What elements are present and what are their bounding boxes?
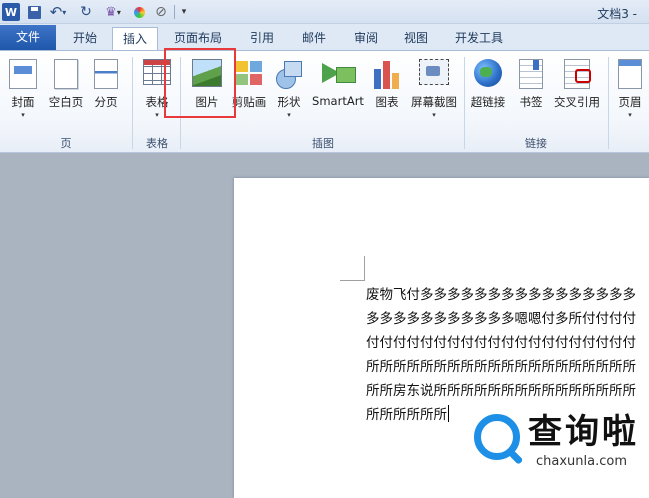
margin-corner-mark <box>364 256 365 280</box>
text-line: 所所所所所所所所所所所所所所所所所所所所 <box>366 359 636 375</box>
tab-page-layout[interactable]: 页面布局 <box>166 27 230 50</box>
tab-review[interactable]: 审阅 <box>344 27 388 50</box>
group-label-links: 链接 <box>525 137 547 150</box>
chart-button[interactable]: 图表 <box>368 51 406 131</box>
shapes-icon <box>274 59 304 89</box>
header-label: 页眉 <box>618 95 642 109</box>
document-title: 文档3 - <box>597 7 637 21</box>
blank-page-label: 空白页 <box>48 95 84 109</box>
tab-view[interactable]: 视图 <box>394 27 438 50</box>
tab-file[interactable]: 文件 <box>0 25 56 50</box>
group-divider <box>132 57 133 149</box>
format-painter-icon: ♛ <box>105 4 117 20</box>
bookmark-button[interactable]: 书签 <box>512 51 550 131</box>
save-button[interactable] <box>26 3 42 21</box>
chevron-down-icon: ▾ <box>628 111 632 119</box>
clipart-icon <box>234 59 264 87</box>
text-line-content: 所所所所所所 <box>366 407 447 423</box>
smartart-label: SmartArt <box>312 94 364 108</box>
chevron-down-icon: ▾ <box>116 7 121 17</box>
text-cursor <box>448 405 449 422</box>
cover-page-label: 封面 <box>11 95 35 109</box>
margin-corner-mark <box>340 280 365 281</box>
cross-reference-label: 交叉引用 <box>554 95 600 109</box>
search-logo-icon <box>474 414 520 460</box>
screenshot-icon <box>419 59 449 85</box>
group-label-tables: 表格 <box>146 137 168 150</box>
customize-toolbar-button[interactable]: ▾ <box>178 3 190 21</box>
tab-mailings[interactable]: 邮件 <box>292 27 336 50</box>
header-button[interactable]: 页眉 ▾ <box>612 51 648 131</box>
chart-icon <box>372 59 402 89</box>
tab-insert[interactable]: 插入 <box>112 27 158 51</box>
shapes-label: 形状 <box>277 95 301 109</box>
undo-icon: ↶ <box>49 3 63 21</box>
chevron-down-icon: ▾ <box>21 111 25 119</box>
group-divider <box>608 57 609 149</box>
word-logo-icon[interactable]: W <box>2 3 20 21</box>
redo-icon: ↻ <box>80 4 92 20</box>
group-divider <box>464 57 465 149</box>
format-painter-button[interactable]: ♛ ▾ <box>100 3 126 21</box>
screenshot-label: 屏幕截图 <box>411 95 457 109</box>
chevron-down-icon: ▾ <box>287 111 291 119</box>
color-button[interactable] <box>130 3 148 21</box>
save-icon <box>27 5 41 19</box>
bookmark-icon <box>519 59 543 89</box>
watermark: 查询啦 chaxunla.com <box>474 408 644 478</box>
tab-home[interactable]: 开始 <box>62 27 108 50</box>
page-break-button[interactable]: 分页 <box>88 51 124 131</box>
screenshot-button[interactable]: 屏幕截图 ▾ <box>406 51 462 131</box>
blank-page-icon <box>54 59 78 89</box>
title-bar: W ↶ ▾ ↻ ♛ ▾ ⊘ ▾ 文档3 - <box>0 0 649 24</box>
clear-format-icon: ⊘ <box>155 4 167 20</box>
group-label-illustrations: 插图 <box>312 137 334 150</box>
cross-reference-icon <box>564 59 591 89</box>
tab-references[interactable]: 引用 <box>240 27 284 50</box>
cover-page-icon <box>9 59 37 89</box>
hyperlink-label: 超链接 <box>470 95 506 109</box>
chart-label: 图表 <box>375 95 399 109</box>
globe-link-icon <box>474 59 502 87</box>
chevron-down-icon: ▾ <box>432 111 436 119</box>
clear-format-button[interactable]: ⊘ <box>152 3 170 21</box>
blank-page-button[interactable]: 空白页 <box>44 51 88 131</box>
cross-reference-button[interactable]: 交叉引用 <box>550 51 604 131</box>
ribbon-tabs: 文件 开始 插入 页面布局 引用 邮件 审阅 视图 开发工具 <box>0 24 649 51</box>
text-line: 所所房东说所所所所所所所所所所所所所所所 <box>366 383 636 399</box>
customize-icon: ▾ <box>181 7 187 17</box>
tab-developer[interactable]: 开发工具 <box>446 27 512 50</box>
text-line: 付付付付付付付付付付付付付付付付付付付付 <box>366 335 636 351</box>
smartart-icon <box>322 59 356 87</box>
page-break-icon <box>94 59 118 89</box>
page-break-label: 分页 <box>94 95 118 109</box>
color-icon <box>133 6 145 18</box>
redo-button[interactable]: ↻ <box>78 3 94 21</box>
bookmark-label: 书签 <box>519 95 543 109</box>
text-line: 废物飞付多多多多多多多多多多多多多多多多 <box>366 287 636 303</box>
undo-button[interactable]: ↶ ▾ <box>46 3 70 21</box>
group-label-pages: 页 <box>60 137 72 150</box>
watermark-cn: 查询啦 <box>528 412 639 452</box>
header-icon <box>618 59 642 89</box>
ribbon-insert: 封面 ▾ 空白页 分页 页 表格 ▾ 表格 图片 剪贴画 形状 ▾ SmartA… <box>0 50 649 153</box>
watermark-en: chaxunla.com <box>536 454 627 469</box>
picture-highlight-box <box>164 48 236 118</box>
hyperlink-button[interactable]: 超链接 <box>466 51 510 131</box>
smartart-button[interactable]: SmartArt <box>310 51 366 131</box>
shapes-button[interactable]: 形状 ▾ <box>270 51 308 131</box>
text-line: 多多多多多多多多多多多嗯嗯付多所付付付付 <box>366 311 636 327</box>
document-text[interactable]: 废物飞付多多多多多多多多多多多多多多多多 多多多多多多多多多多多嗯嗯付多所付付付… <box>366 283 649 427</box>
chevron-down-icon: ▾ <box>62 7 67 17</box>
toolbar-divider <box>174 5 175 19</box>
cover-page-button[interactable]: 封面 ▾ <box>4 51 42 131</box>
